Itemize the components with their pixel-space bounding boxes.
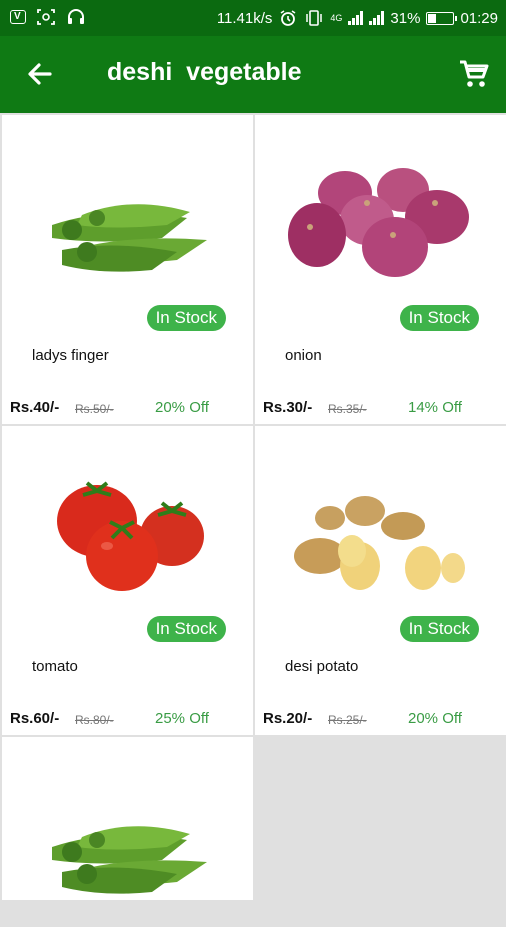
discount-label: 14% Off: [408, 399, 462, 416]
product-name: onion: [285, 347, 322, 364]
in-stock-badge: In Stock: [146, 305, 226, 331]
product-card-onion[interactable]: In Stock onion Rs.30/- Rs.35/- 14% Off: [255, 115, 506, 424]
vibrate-icon: [306, 10, 323, 26]
product-card-tomato[interactable]: In Stock tomato Rs.60/- Rs.80/- 25% Off: [2, 426, 253, 735]
alarm-icon: [280, 10, 296, 26]
discount-label: 20% Off: [408, 710, 462, 727]
product-price: Rs.30/-: [263, 399, 313, 416]
product-mrp: Rs.25/-: [328, 713, 367, 727]
product-card-ladys-finger-2[interactable]: [2, 737, 253, 900]
shopping-cart-icon[interactable]: [456, 56, 492, 92]
in-stock-badge: In Stock: [146, 616, 226, 642]
app-bar: deshi vegetable: [0, 36, 506, 113]
okra-image: [52, 204, 207, 272]
onion-image: [288, 168, 469, 277]
in-stock-badge: In Stock: [399, 616, 479, 642]
in-stock-badge: In Stock: [399, 305, 479, 331]
battery-icon: [426, 11, 458, 25]
product-card-desi-potato[interactable]: In Stock desi potato Rs.20/- Rs.25/- 20%…: [255, 426, 506, 735]
signal-icon: [348, 11, 364, 25]
screenshot-icon: [37, 9, 55, 25]
product-price: Rs.40/-: [10, 399, 60, 416]
product-price: Rs.20/-: [263, 710, 313, 727]
app-notification-icon: V: [10, 10, 26, 24]
product-name: desi potato: [285, 658, 359, 675]
battery-percent: 31%: [390, 9, 421, 27]
product-mrp: Rs.35/-: [328, 402, 367, 416]
network-speed: 11.41k/s: [216, 9, 273, 27]
clock: 01:29: [460, 9, 498, 27]
product-price: Rs.60/-: [10, 710, 60, 727]
signal-icon-2: [369, 11, 385, 25]
headphones-icon: [68, 9, 84, 24]
status-bar: V 11.41k/s 4G 31% 01:29: [0, 0, 506, 36]
discount-label: 20% Off: [155, 399, 209, 416]
okra-image: [52, 826, 207, 894]
network-type: 4G: [330, 13, 343, 23]
product-name: ladys finger: [32, 347, 109, 364]
product-mrp: Rs.80/-: [75, 713, 114, 727]
product-name: tomato: [32, 658, 78, 675]
potato-image: [294, 496, 465, 590]
page-title: deshi vegetable: [107, 58, 302, 86]
discount-label: 25% Off: [155, 710, 209, 727]
arrow-back-icon[interactable]: [22, 56, 58, 92]
tomato-image: [57, 481, 204, 591]
product-card-ladys-finger[interactable]: In Stock ladys finger Rs.40/- Rs.50/- 20…: [2, 115, 253, 424]
product-mrp: Rs.50/-: [75, 402, 114, 416]
